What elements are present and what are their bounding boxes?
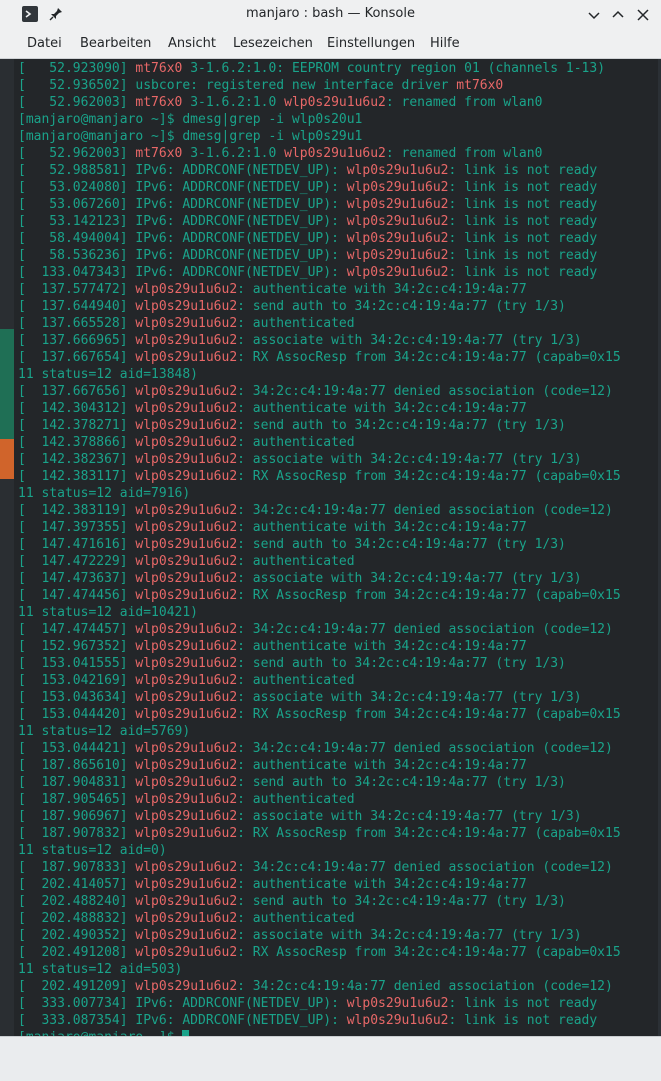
terminal-line: 11 status=12 aid=5769)	[18, 724, 191, 739]
terminal-line: [ 137.665528] wlp0s29u1u6u2: authenticat…	[18, 316, 355, 331]
terminal-line: [ 202.488240] wlp0s29u1u6u2: send auth t…	[18, 894, 566, 909]
terminal-line: [ 187.907833] wlp0s29u1u6u2: 34:2c:c4:19…	[18, 860, 613, 875]
terminal-line: [ 187.904831] wlp0s29u1u6u2: send auth t…	[18, 775, 566, 790]
taskbar	[0, 1036, 661, 1081]
terminal-line: [ 147.397355] wlp0s29u1u6u2: authenticat…	[18, 520, 527, 535]
terminal-line: [ 137.667654] wlp0s29u1u6u2: RX AssocRes…	[18, 350, 621, 365]
terminal-line: [ 52.962003] mt76x0 3-1.6.2:1.0 wlp0s29u…	[18, 146, 543, 161]
terminal-line: [ 147.474457] wlp0s29u1u6u2: 34:2c:c4:19…	[18, 622, 613, 637]
terminal-line: [manjaro@manjaro ~]$ dmesg|grep -i wlp0s…	[18, 112, 363, 127]
terminal-line: 11 status=12 aid=503)	[18, 962, 183, 977]
menu-einstellungen[interactable]: Einstellungen	[327, 36, 415, 51]
terminal-line: [ 142.378866] wlp0s29u1u6u2: authenticat…	[18, 435, 355, 450]
terminal-line: [ 187.907832] wlp0s29u1u6u2: RX AssocRes…	[18, 826, 621, 841]
close-button[interactable]	[635, 7, 651, 23]
terminal-line: [ 202.490352] wlp0s29u1u6u2: associate w…	[18, 928, 582, 943]
terminal-line: [ 58.536236] IPv6: ADDRCONF(NETDEV_UP): …	[18, 248, 598, 263]
terminal-line: [ 142.382367] wlp0s29u1u6u2: associate w…	[18, 452, 582, 467]
desktop-wallpaper-edge	[0, 59, 14, 1036]
minimize-button[interactable]	[586, 7, 602, 23]
terminal-line: [ 333.007734] IPv6: ADDRCONF(NETDEV_UP):…	[18, 996, 598, 1011]
menu-bearbeiten[interactable]: Bearbeiten	[80, 36, 151, 51]
terminal-line: [ 52.988581] IPv6: ADDRCONF(NETDEV_UP): …	[18, 163, 598, 178]
terminal-line: [ 187.906967] wlp0s29u1u6u2: associate w…	[18, 809, 582, 824]
terminal-line: [ 53.142123] IPv6: ADDRCONF(NETDEV_UP): …	[18, 214, 598, 229]
terminal-line: [ 52.923090] mt76x0 3-1.6.2:1.0: EEPROM …	[18, 61, 606, 76]
terminal-line: [ 52.962003] mt76x0 3-1.6.2:1.0 wlp0s29u…	[18, 95, 543, 110]
menu-hilfe[interactable]: Hilfe	[430, 36, 460, 51]
terminal-line: [ 137.644940] wlp0s29u1u6u2: send auth t…	[18, 299, 566, 314]
terminal-line: [ 202.414057] wlp0s29u1u6u2: authenticat…	[18, 877, 527, 892]
terminal-line: [ 53.024080] IPv6: ADDRCONF(NETDEV_UP): …	[18, 180, 598, 195]
terminal-line: [ 58.494004] IPv6: ADDRCONF(NETDEV_UP): …	[18, 231, 598, 246]
maximize-button[interactable]	[610, 7, 626, 23]
terminal-line: [ 333.087354] IPv6: ADDRCONF(NETDEV_UP):…	[18, 1013, 598, 1028]
terminal-line: [ 147.471616] wlp0s29u1u6u2: send auth t…	[18, 537, 566, 552]
terminal-line: [ 153.044421] wlp0s29u1u6u2: 34:2c:c4:19…	[18, 741, 613, 756]
terminal-line: [ 152.967352] wlp0s29u1u6u2: authenticat…	[18, 639, 527, 654]
terminal-line: [ 147.473637] wlp0s29u1u6u2: associate w…	[18, 571, 582, 586]
terminal-line: [ 153.044420] wlp0s29u1u6u2: RX AssocRes…	[18, 707, 621, 722]
window-title: manjaro : bash — Konsole	[245, 6, 415, 21]
terminal-line: [ 137.667656] wlp0s29u1u6u2: 34:2c:c4:19…	[18, 384, 613, 399]
terminal-line: [ 137.666965] wlp0s29u1u6u2: associate w…	[18, 333, 582, 348]
menu-lesezeichen[interactable]: Lesezeichen	[233, 36, 313, 51]
terminal-line: [ 142.383119] wlp0s29u1u6u2: 34:2c:c4:19…	[18, 503, 613, 518]
terminal-line: [manjaro@manjaro ~]$ dmesg|grep -i wlp0s…	[18, 129, 363, 144]
menu-ansicht[interactable]: Ansicht	[168, 36, 216, 51]
terminal-line: [ 137.577472] wlp0s29u1u6u2: authenticat…	[18, 282, 527, 297]
terminal-line: [ 147.472229] wlp0s29u1u6u2: authenticat…	[18, 554, 355, 569]
terminal-line: [ 202.491208] wlp0s29u1u6u2: RX AssocRes…	[18, 945, 621, 960]
terminal-line: [ 133.047343] IPv6: ADDRCONF(NETDEV_UP):…	[18, 265, 598, 280]
title-bar[interactable]: manjaro : bash — Konsole	[0, 0, 661, 30]
terminal-line: [ 202.488832] wlp0s29u1u6u2: authenticat…	[18, 911, 355, 926]
konsole-window: manjaro : bash — Konsole Datei Bearbeite…	[0, 0, 661, 1036]
terminal-line: [ 153.043634] wlp0s29u1u6u2: associate w…	[18, 690, 582, 705]
terminal-line: 11 status=12 aid=0)	[18, 843, 167, 858]
terminal-line: [ 153.042169] wlp0s29u1u6u2: authenticat…	[18, 673, 355, 688]
menu-bar: Datei Bearbeiten Ansicht Lesezeichen Ein…	[0, 30, 661, 59]
terminal-line: [ 53.067260] IPv6: ADDRCONF(NETDEV_UP): …	[18, 197, 598, 212]
terminal-line: [ 187.865610] wlp0s29u1u6u2: authenticat…	[18, 758, 527, 773]
terminal-area[interactable]: [ 52.923090] mt76x0 3-1.6.2:1.0: EEPROM …	[14, 59, 661, 1036]
terminal-output: [ 52.923090] mt76x0 3-1.6.2:1.0: EEPROM …	[18, 60, 621, 1036]
terminal-line: [ 142.304312] wlp0s29u1u6u2: authenticat…	[18, 401, 527, 416]
terminal-line: 11 status=12 aid=13848)	[18, 367, 199, 382]
terminal-line: [ 52.936502] usbcore: registered new int…	[18, 78, 504, 93]
terminal-line: [ 187.905465] wlp0s29u1u6u2: authenticat…	[18, 792, 355, 807]
terminal-line: [ 153.041555] wlp0s29u1u6u2: send auth t…	[18, 656, 566, 671]
terminal-line: [ 147.474456] wlp0s29u1u6u2: RX AssocRes…	[18, 588, 621, 603]
terminal-line: 11 status=12 aid=10421)	[18, 605, 199, 620]
terminal-line: [ 142.383117] wlp0s29u1u6u2: RX AssocRes…	[18, 469, 621, 484]
terminal-line: 11 status=12 aid=7916)	[18, 486, 191, 501]
terminal-line: [ 202.491209] wlp0s29u1u6u2: 34:2c:c4:19…	[18, 979, 613, 994]
terminal-line: [ 142.378271] wlp0s29u1u6u2: send auth t…	[18, 418, 566, 433]
menu-datei[interactable]: Datei	[27, 36, 62, 51]
